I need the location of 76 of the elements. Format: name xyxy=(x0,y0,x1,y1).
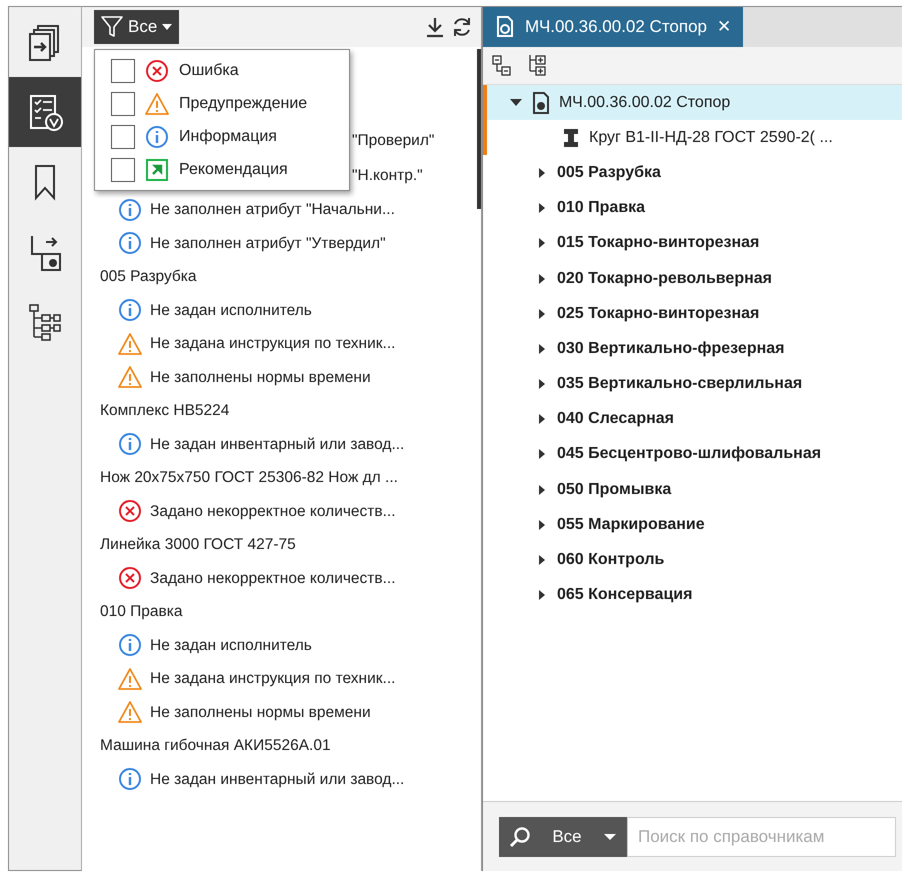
filter-menu-item[interactable]: Информация xyxy=(95,120,349,153)
tree-item[interactable]: 055 Маркирование xyxy=(557,512,705,537)
group-header: Комплекс НВ5224 xyxy=(100,401,230,422)
group-header: Нож 20х75х750 ГОСТ 25306-82 Нож дл ... xyxy=(100,468,399,488)
checkbox[interactable] xyxy=(111,158,135,182)
collapse-all-icon[interactable] xyxy=(491,54,513,78)
tree-item[interactable]: 035 Вертикально-сверлильная xyxy=(557,372,802,396)
message-text: Не задан исполнитель xyxy=(150,636,312,656)
error-icon xyxy=(118,499,142,524)
checkbox[interactable] xyxy=(111,58,135,82)
info-icon xyxy=(145,124,169,148)
info-icon xyxy=(118,298,142,322)
refresh-icon[interactable] xyxy=(451,16,473,38)
message-text: Не заполнены нормы времени xyxy=(150,702,371,723)
message-text: Не заполнены нормы времени xyxy=(150,368,371,388)
message-text: Не задана инструкция по техник... xyxy=(150,669,396,690)
tree-item[interactable]: 015 Токарно-винторезная xyxy=(557,231,760,256)
warning-icon xyxy=(118,666,142,691)
tree-item[interactable]: 040 Слесарная xyxy=(557,407,674,432)
download-icon[interactable] xyxy=(425,16,445,38)
document-icon xyxy=(531,90,551,115)
group-header: Линейка 3000 ГОСТ 427-75 xyxy=(100,535,297,556)
message-text: Не заполнен атрибут "Утвердил" xyxy=(150,234,386,254)
document-tab[interactable]: МЧ.00.36.00.02 Стопор ✕ xyxy=(483,7,743,47)
group-header: 005 Разрубка xyxy=(100,267,198,288)
tree-item[interactable]: 020 Токарно-револьверная xyxy=(557,266,772,291)
close-icon[interactable]: ✕ xyxy=(717,14,731,40)
checkbox[interactable] xyxy=(111,92,135,116)
group-header: Машина гибочная АКИ5526А.01 xyxy=(100,736,332,756)
tree-item[interactable]: 050 Промывка xyxy=(557,478,672,502)
info-icon xyxy=(118,767,142,792)
tree-item[interactable]: 060 Контроль xyxy=(557,548,664,572)
group-header: 010 Правка xyxy=(100,602,184,622)
caret-icon xyxy=(161,23,174,31)
search-field[interactable]: Поиск по справочникам xyxy=(627,816,896,856)
filter-dropdown[interactable]: Все xyxy=(94,10,180,44)
tree-item[interactable]: 005 Разрубка xyxy=(557,160,661,185)
tree-structure-icon xyxy=(26,302,64,342)
tree-item[interactable]: 010 Правка xyxy=(557,196,646,220)
message-text: Задано некорректное количеств... xyxy=(150,502,396,522)
scrollbar-thumb[interactable] xyxy=(477,49,481,209)
search-icon xyxy=(509,826,531,848)
message-text: "Проверил" xyxy=(352,130,434,151)
message-text: "Н.контр." xyxy=(352,166,423,186)
filter-menu-item[interactable]: Рекомендация xyxy=(95,153,349,186)
filter-icon xyxy=(100,15,124,39)
tree-item[interactable]: 065 Консервация xyxy=(557,583,692,608)
info-icon xyxy=(118,198,142,222)
warning-icon xyxy=(118,332,142,356)
document-icon xyxy=(495,15,515,39)
tree-item[interactable]: 025 Токарно-винторезная xyxy=(557,302,760,326)
message-text: Не задана инструкция по техник... xyxy=(150,334,396,354)
warning-icon xyxy=(118,365,142,390)
search-scope-dropdown[interactable]: Все xyxy=(499,816,627,856)
current-item-marker xyxy=(483,85,487,155)
warning-icon xyxy=(118,700,142,724)
message-text: Не задан инвентарный или завод... xyxy=(150,770,404,790)
filter-menu-item[interactable]: Ошибка xyxy=(95,54,349,87)
checkbox[interactable] xyxy=(111,124,135,148)
tree-item[interactable]: Круг В1-II-НД-28 ГОСТ 2590-2( ... xyxy=(589,126,833,150)
info-icon xyxy=(118,633,142,658)
sidebar-item[interactable] xyxy=(9,77,81,147)
caret-icon xyxy=(603,832,617,840)
message-text: Не задан инвентарный или завод... xyxy=(150,434,404,455)
filter-menu-item[interactable]: Предупреждение xyxy=(95,87,349,120)
info-icon xyxy=(118,231,142,256)
message-text: Задано некорректное количеств... xyxy=(150,568,396,589)
warning-icon xyxy=(145,92,169,116)
ibeam-icon xyxy=(561,126,581,149)
error-icon xyxy=(145,58,169,82)
message-text: Не задан исполнитель xyxy=(150,300,312,321)
error-icon xyxy=(118,566,142,590)
tree-item[interactable]: 030 Вертикально-фрезерная xyxy=(557,336,784,361)
info-icon xyxy=(118,432,142,456)
message-text: Не заполнен атрибут "Начальни... xyxy=(150,200,395,220)
tree-item[interactable]: 045 Бесцентрово-шлифовальная xyxy=(557,442,822,466)
